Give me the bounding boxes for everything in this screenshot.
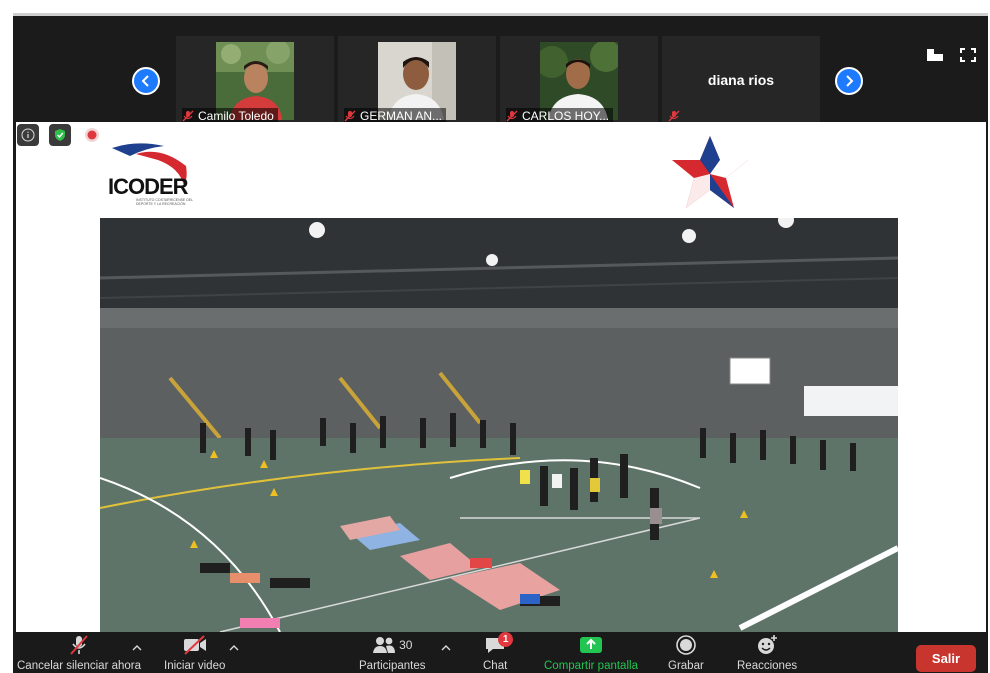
participant-tile-4[interactable]: diana rios bbox=[662, 36, 820, 126]
recording-indicator bbox=[81, 124, 103, 146]
security-badge[interactable] bbox=[49, 124, 71, 146]
chat-unread-badge: 1 bbox=[498, 632, 514, 647]
share-screen-button[interactable]: Compartir pantalla bbox=[544, 634, 638, 673]
mic-muted-icon bbox=[70, 635, 88, 655]
shared-screen: ICODER INSTITUTO COSTARRICENSE DEL DEPOR… bbox=[16, 122, 986, 632]
meeting-toolbar: Cancelar silenciar ahora Iniciar video 3… bbox=[13, 632, 988, 673]
participants-icon bbox=[373, 637, 396, 653]
icoder-logo-subtext: INSTITUTO COSTARRICENSE DEL DEPORTE Y LA… bbox=[136, 198, 193, 206]
reactions-button[interactable]: Reacciones bbox=[737, 634, 797, 673]
chevron-right-icon bbox=[846, 75, 854, 87]
record-dot-icon bbox=[85, 128, 99, 142]
reactions-label: Reacciones bbox=[737, 660, 798, 672]
chevron-up-icon[interactable] bbox=[441, 644, 451, 652]
mic-muted-icon bbox=[506, 110, 518, 122]
previous-page-button[interactable] bbox=[132, 67, 160, 95]
start-video-label: Iniciar video bbox=[164, 660, 226, 672]
info-icon bbox=[21, 128, 35, 142]
chevron-up-icon[interactable] bbox=[132, 644, 142, 652]
reactions-icon bbox=[758, 635, 778, 654]
star-logo bbox=[672, 136, 748, 208]
record-icon bbox=[676, 635, 696, 655]
share-screen-icon bbox=[579, 637, 602, 653]
start-video-button[interactable]: Iniciar video bbox=[164, 634, 225, 673]
share-screen-label: Compartir pantalla bbox=[544, 660, 638, 672]
participants-label: Participantes bbox=[359, 660, 426, 672]
participant-tile-2[interactable]: GERMAN AN... bbox=[338, 36, 496, 126]
participant-name: diana rios bbox=[707, 72, 775, 88]
chat-button[interactable]: 1 Chat bbox=[483, 632, 514, 673]
mic-muted-icon bbox=[668, 110, 680, 122]
video-gallery-strip: Camilo Toledo GERMAN AN... CARLOS HOY...… bbox=[13, 16, 988, 126]
record-label: Grabar bbox=[668, 660, 704, 672]
view-mode-icon[interactable] bbox=[926, 47, 944, 63]
icoder-logo-text: ICODER bbox=[108, 174, 189, 199]
participants-button[interactable]: 30 Participantes bbox=[359, 634, 425, 673]
video-off-icon bbox=[183, 635, 206, 655]
fullscreen-icon[interactable] bbox=[959, 47, 977, 63]
participant-tile-3[interactable]: CARLOS HOY... bbox=[500, 36, 658, 126]
record-button[interactable]: Grabar bbox=[668, 634, 704, 673]
participants-count: 30 bbox=[399, 638, 413, 652]
unmute-button[interactable]: Cancelar silenciar ahora bbox=[17, 634, 141, 673]
gym-class-photo bbox=[100, 218, 898, 632]
mic-muted-icon bbox=[182, 110, 194, 122]
leave-meeting-button[interactable]: Salir bbox=[916, 645, 976, 672]
chat-label: Chat bbox=[483, 660, 508, 672]
meeting-info-button[interactable] bbox=[17, 124, 39, 146]
mic-muted-icon bbox=[344, 110, 356, 122]
next-page-button[interactable] bbox=[835, 67, 863, 95]
unmute-label: Cancelar silenciar ahora bbox=[17, 660, 142, 672]
chevron-left-icon bbox=[141, 75, 149, 87]
shield-icon bbox=[55, 129, 65, 141]
chevron-up-icon[interactable] bbox=[229, 644, 239, 652]
participant-tile-1[interactable]: Camilo Toledo bbox=[176, 36, 334, 126]
